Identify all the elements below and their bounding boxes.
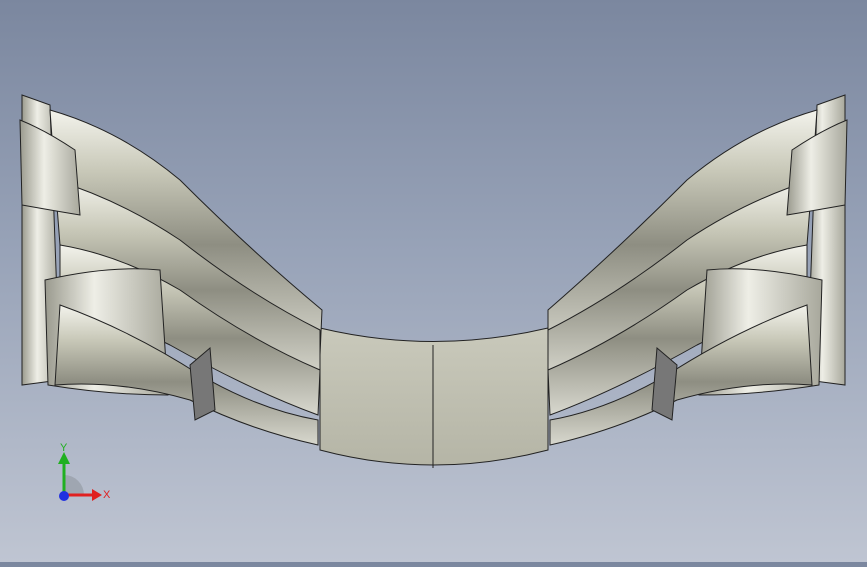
center-mainplane	[319, 327, 549, 466]
3d-viewport[interactable]: Y X	[0, 0, 867, 562]
z-axis-icon	[59, 491, 69, 501]
x-axis-label: X	[103, 489, 111, 501]
y-axis-label: Y	[60, 442, 68, 454]
coordinate-triad: Y X	[44, 440, 114, 510]
left-wing	[19, 94, 323, 446]
right-wing	[547, 94, 848, 446]
wing-model[interactable]	[0, 0, 867, 562]
